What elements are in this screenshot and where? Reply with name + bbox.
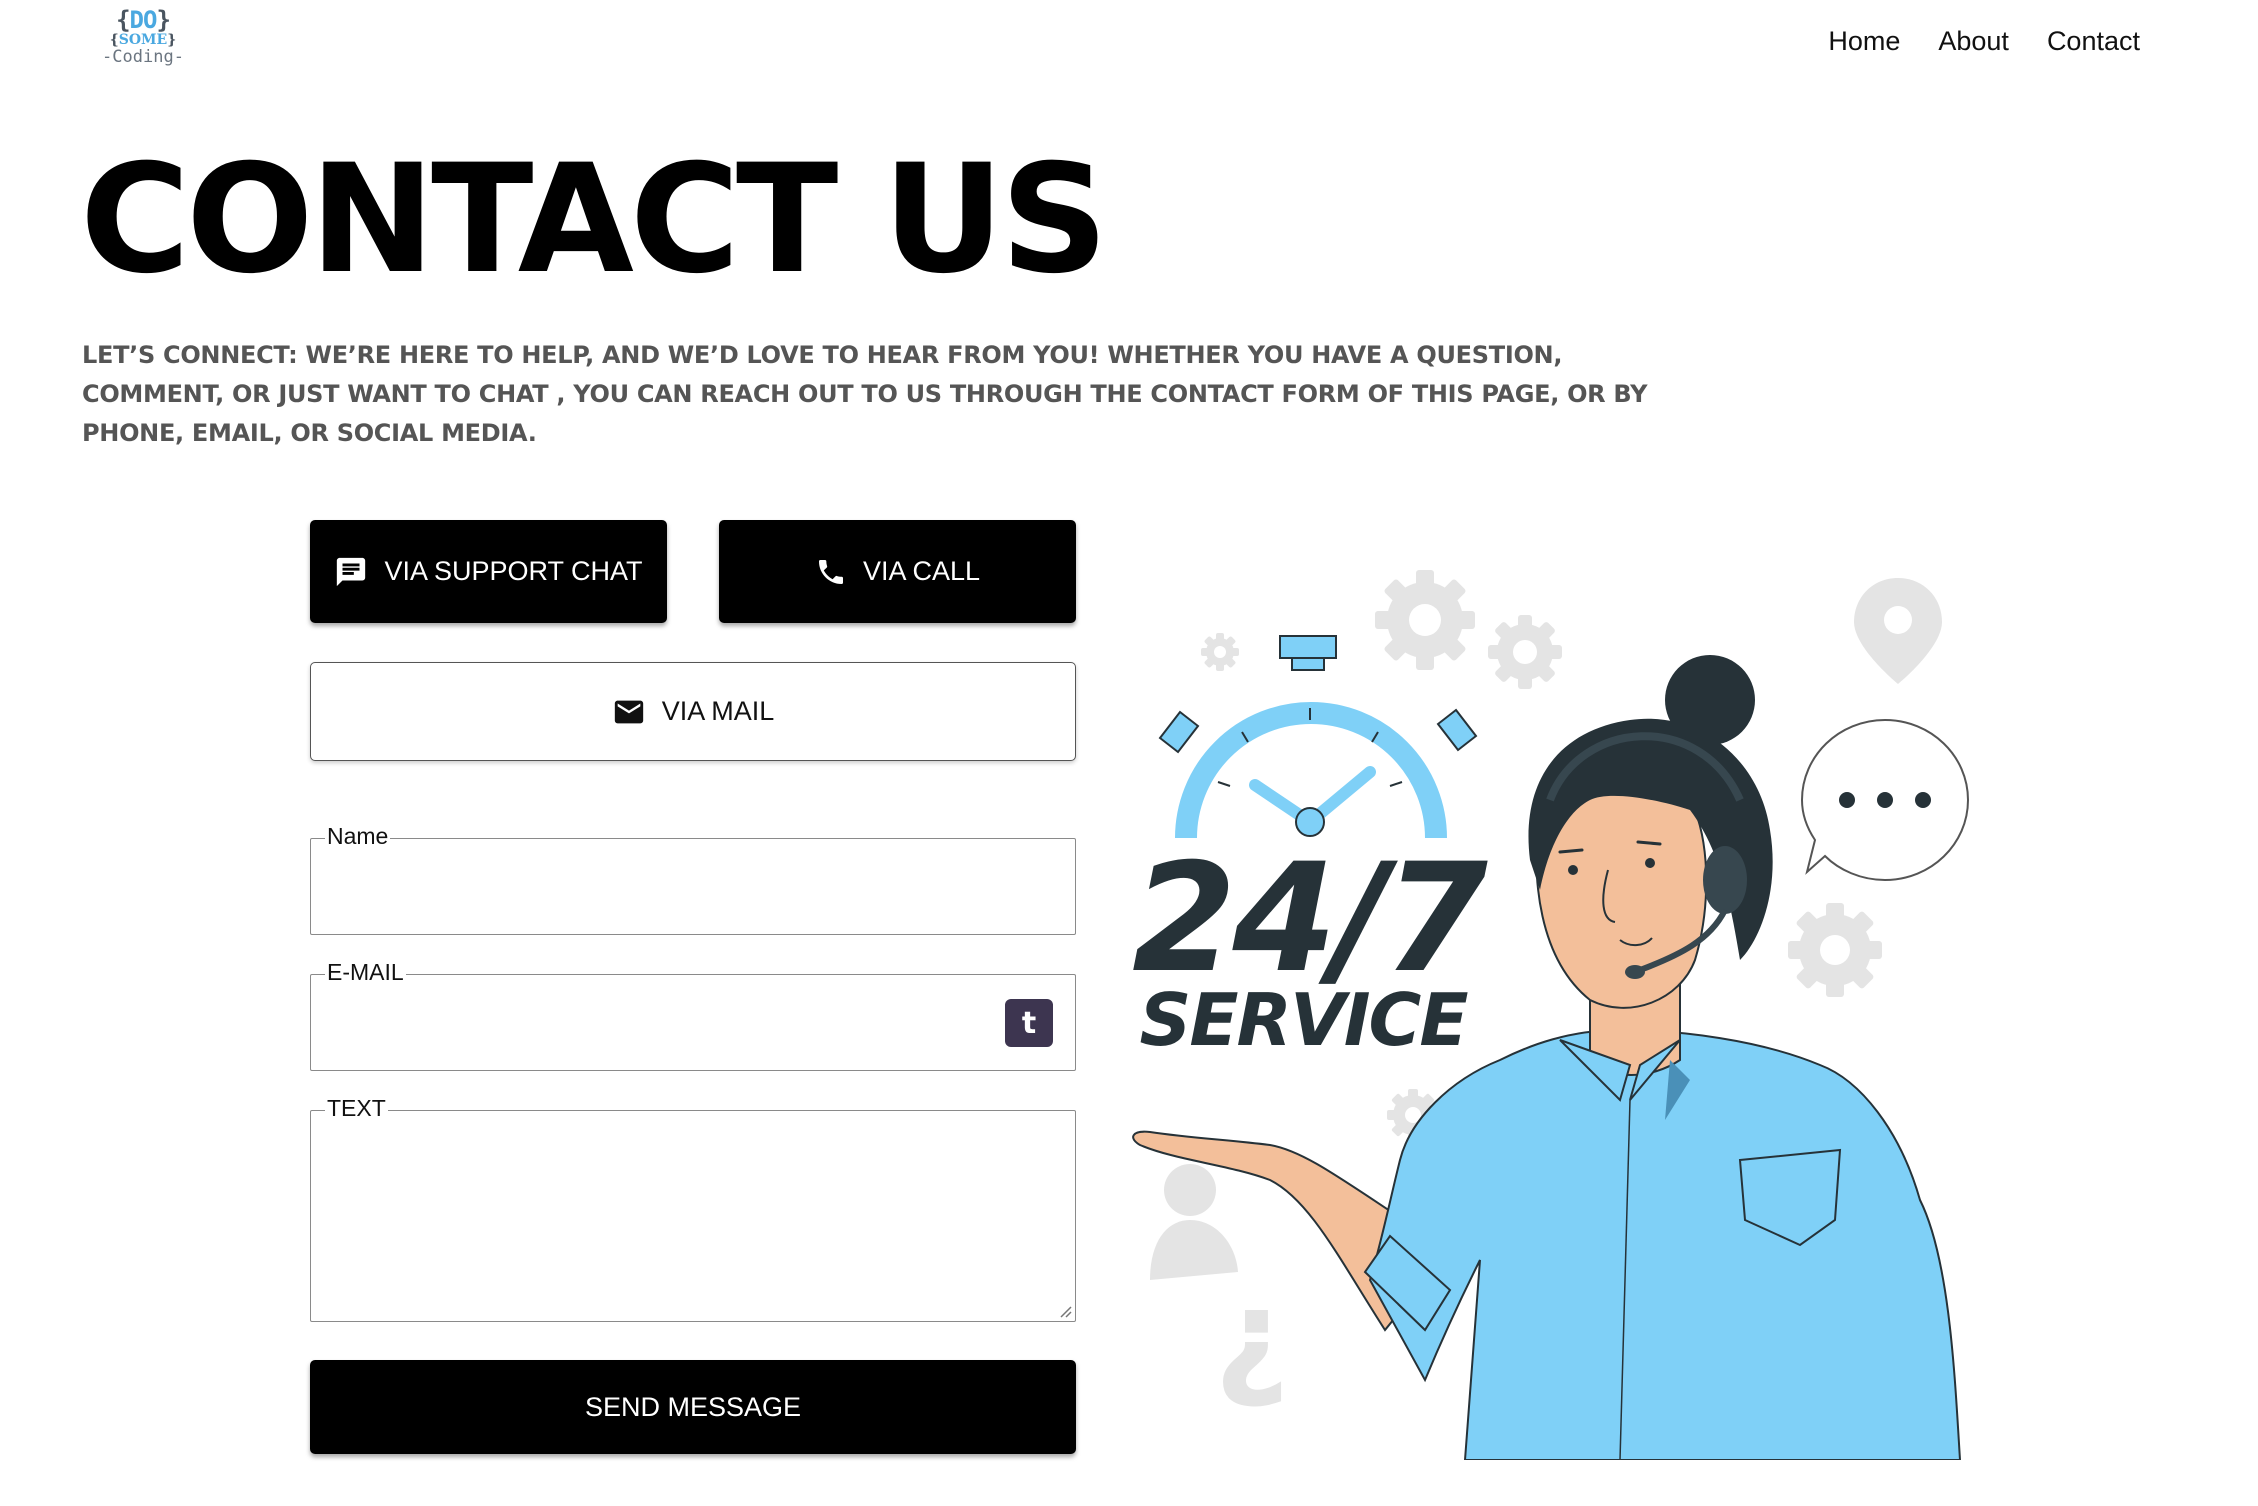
support-chat-button[interactable]: VIA SUPPORT CHAT — [310, 520, 667, 623]
gear-icon — [1375, 570, 1475, 670]
name-input[interactable] — [319, 849, 1067, 924]
logo-line-3: -Coding- — [102, 47, 184, 67]
logo-line-1: {DO} — [116, 6, 171, 34]
gear-icon — [1788, 903, 1882, 997]
main-nav: Home About Contact — [1828, 26, 2140, 57]
mail-label: VIA MAIL — [661, 696, 775, 726]
send-message-button[interactable]: SEND MESSAGE — [310, 1360, 1076, 1454]
mail-button[interactable]: VIA MAIL — [310, 662, 1076, 761]
message-field-label: TEXT — [325, 1095, 388, 1121]
envelope-icon — [612, 695, 646, 729]
nav-contact[interactable]: Contact — [2047, 26, 2140, 57]
email-input[interactable] — [319, 985, 995, 1060]
autofill-extension-icon[interactable]: t — [1005, 999, 1053, 1047]
email-field: E-MAIL t — [310, 959, 1076, 1071]
call-button[interactable]: VIA CALL — [719, 520, 1076, 623]
send-message-label: SEND MESSAGE — [584, 1391, 802, 1422]
gear-icon — [1201, 633, 1239, 671]
page-title: CONTACT US — [80, 133, 1108, 307]
message-textarea[interactable] — [319, 1121, 1067, 1311]
call-label: VIA CALL — [862, 556, 981, 586]
message-field: TEXT — [310, 1095, 1076, 1322]
phone-icon — [815, 556, 847, 588]
user-silhouette-icon — [1150, 1164, 1238, 1280]
speech-bubble-icon — [1800, 718, 1970, 882]
name-field-label: Name — [325, 823, 391, 849]
intro-text: LET’S CONNECT: WE’RE HERE TO HELP, AND W… — [82, 341, 1648, 447]
chat-bubble-icon — [334, 555, 368, 589]
site-logo[interactable]: {DO} {SOME} -Coding- — [98, 8, 188, 76]
support-chat-label: VIA SUPPORT CHAT — [384, 556, 643, 586]
resize-handle-icon[interactable] — [1058, 1304, 1072, 1318]
support-agent-illustration: ? 24/7 SERVICE — [1132, 570, 1970, 1460]
nav-home[interactable]: Home — [1828, 26, 1900, 57]
gear-icon — [1488, 615, 1562, 689]
location-pin-icon — [1854, 578, 1942, 684]
name-field: Name — [310, 823, 1076, 935]
nav-about[interactable]: About — [1938, 26, 2009, 57]
email-field-label: E-MAIL — [325, 959, 406, 985]
logo-line-2: {SOME} — [109, 32, 177, 48]
question-mark-icon: ? — [1215, 1279, 1290, 1431]
service-subline: SERVICE — [1139, 978, 1468, 1062]
